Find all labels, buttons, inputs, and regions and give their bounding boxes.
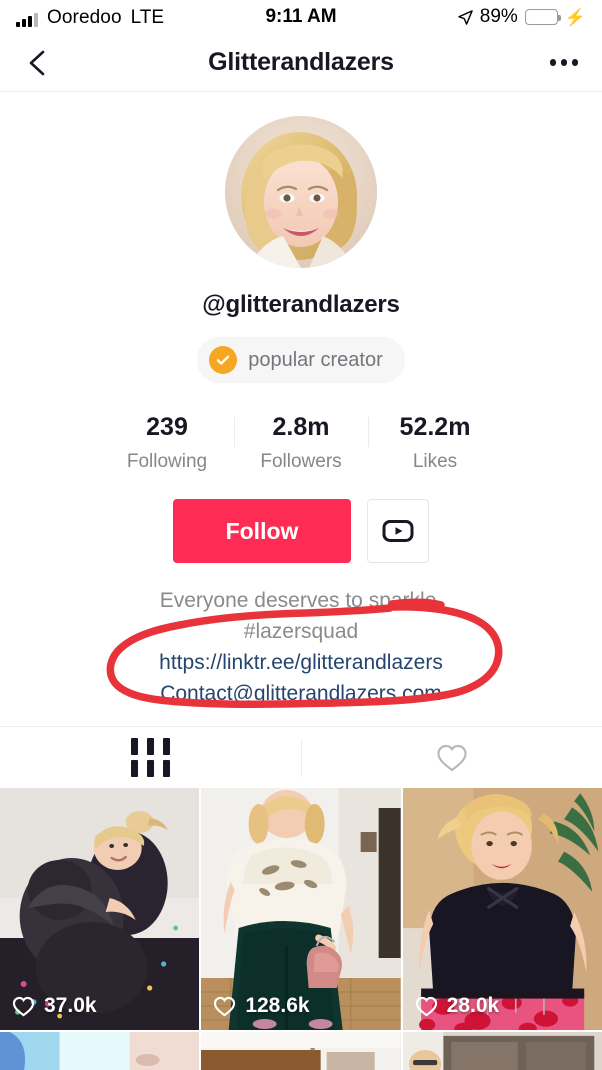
more-horizontal-icon[interactable] — [549, 59, 578, 66]
heart-filled-icon — [12, 996, 35, 1017]
stat-value: 239 — [146, 413, 188, 441]
like-count: 128.6k — [213, 994, 310, 1018]
like-count: 28.0k — [415, 994, 500, 1018]
heart-filled-icon — [415, 996, 438, 1017]
video-thumbnail[interactable]: 128.6k — [201, 788, 401, 1030]
stat-following[interactable]: 239 Following — [100, 413, 234, 473]
stat-likes[interactable]: 52.2m Likes — [368, 413, 502, 473]
video-thumbnail[interactable] — [201, 1032, 401, 1070]
tab-videos[interactable] — [0, 727, 301, 788]
tiktok-profile-screen: Ooredoo LTE 9:11 AM 89% ⚡ Glitterandlaze… — [0, 0, 602, 1070]
avatar[interactable] — [225, 116, 377, 268]
bio-link-website[interactable]: https://linktr.ee/glitterandlazers — [0, 647, 602, 678]
profile-handle: @glitterandlazers — [202, 291, 400, 318]
bio-section: Everyone deserves to sparkle. #lazersqua… — [0, 585, 602, 709]
navigation-bar: Glitterandlazers — [0, 34, 602, 92]
stat-value: 52.2m — [399, 413, 471, 441]
status-bar: Ooredoo LTE 9:11 AM 89% ⚡ — [0, 0, 602, 34]
stats-row: 239 Following 2.8m Followers 52.2m Likes — [0, 413, 602, 473]
follow-button[interactable]: Follow — [173, 499, 351, 563]
video-thumbnail[interactable]: 28.0k — [402, 788, 602, 1030]
stat-label: Following — [126, 451, 208, 472]
stat-followers[interactable]: 2.8m Followers — [234, 413, 368, 473]
like-count: 37.0k — [12, 994, 97, 1018]
video-thumbnail[interactable] — [0, 1032, 200, 1070]
like-count-value: 37.0k — [44, 994, 97, 1017]
profile-header: @glitterandlazers popular creator — [0, 92, 602, 383]
page-title: Glitterandlazers — [208, 48, 394, 76]
like-count-value: 28.0k — [446, 994, 500, 1017]
youtube-link-button[interactable] — [367, 499, 429, 563]
action-row: Follow — [0, 499, 602, 563]
like-count-value: 128.6k — [245, 994, 310, 1017]
stat-label: Followers — [260, 451, 342, 472]
grid-bars-icon — [131, 738, 170, 777]
heart-filled-icon — [213, 996, 236, 1017]
status-badge-label: popular creator — [248, 348, 383, 371]
battery-icon — [524, 9, 561, 25]
bio-line: Everyone deserves to sparkle. — [159, 589, 443, 612]
verified-check-icon — [209, 346, 238, 374]
stat-value: 2.8m — [272, 413, 330, 441]
stat-label: Likes — [412, 451, 458, 472]
youtube-play-icon — [382, 519, 414, 543]
tab-liked[interactable] — [301, 727, 602, 788]
clock-label: 9:11 AM — [265, 6, 337, 27]
bio-link-email[interactable]: Contact@glitterandlazers.com — [0, 678, 602, 709]
status-badge[interactable]: popular creator — [197, 337, 405, 383]
video-thumbnail[interactable]: 37.0k — [0, 788, 200, 1030]
bio-hashtag: #lazersquad — [243, 620, 359, 643]
video-grid: 37.0k 128.6k 28.0k — [0, 788, 602, 1070]
video-thumbnail[interactable] — [402, 1032, 602, 1070]
heart-outline-icon — [436, 743, 468, 773]
profile-tabs — [0, 726, 602, 788]
